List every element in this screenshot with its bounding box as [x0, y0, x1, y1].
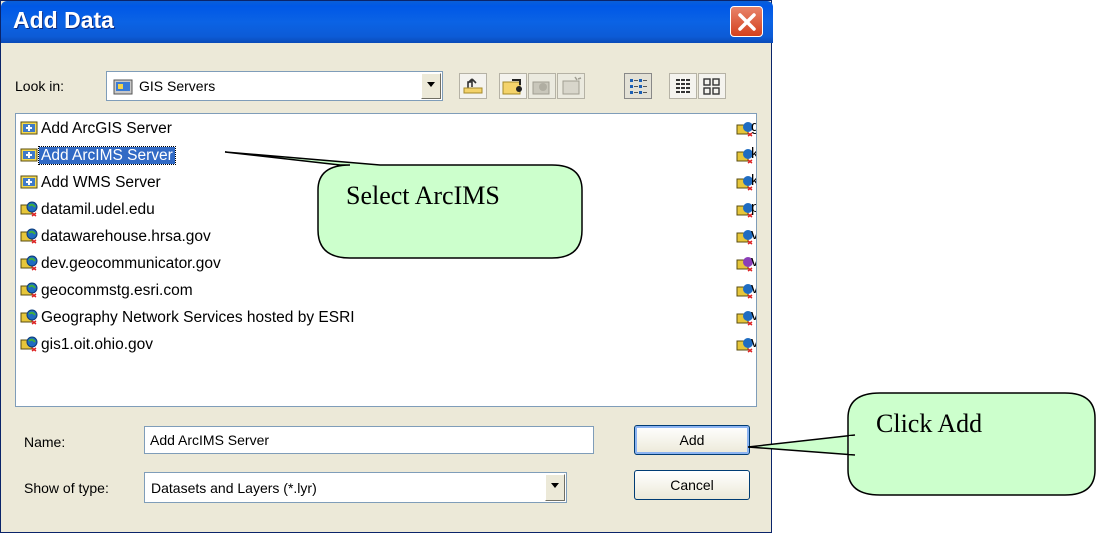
select-arcims-callout-text: Select ArcIMS	[346, 181, 500, 210]
annotation-layer	[224, 151, 1096, 496]
click-add-callout-text: Click Add	[876, 409, 983, 438]
